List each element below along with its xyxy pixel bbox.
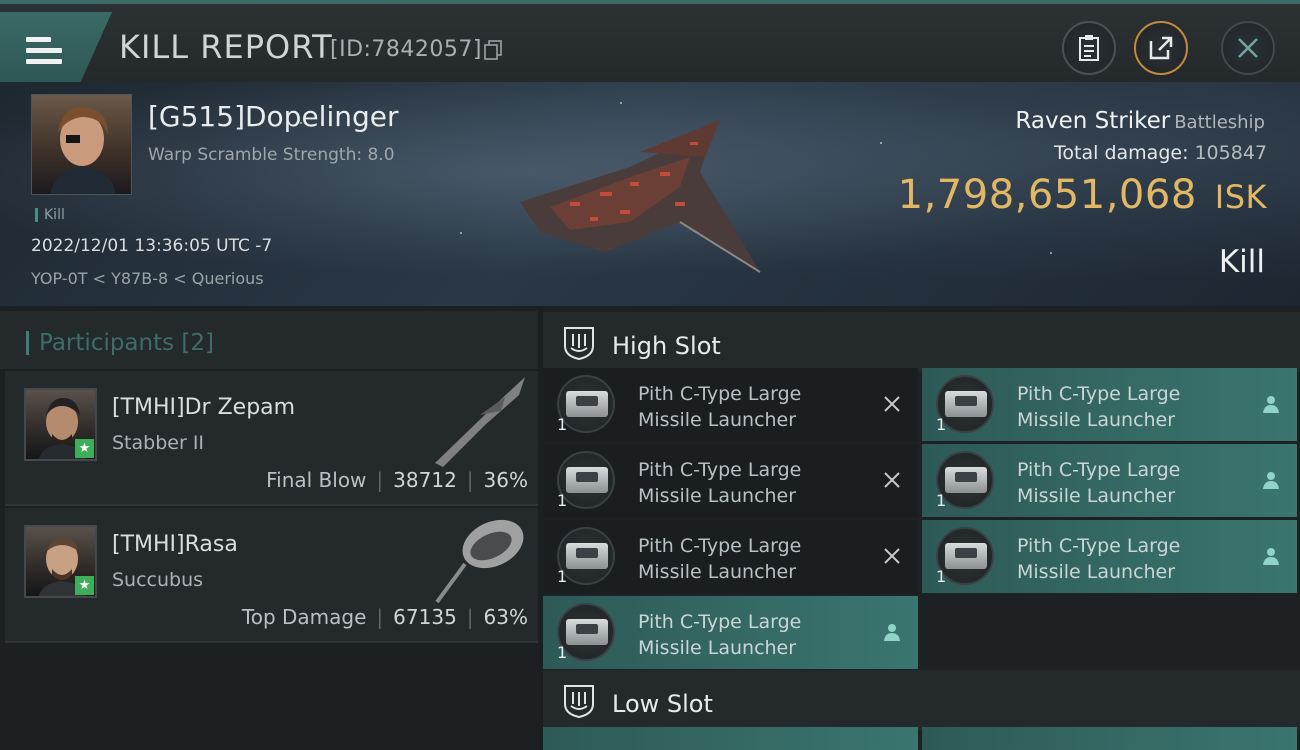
participant-portrait[interactable]: ★ [24,388,97,461]
module-item[interactable]: 1 Pith C-Type Large Missile Launcher [543,368,918,441]
participant-portrait[interactable]: ★ [24,525,97,598]
victim-avatar [50,106,116,194]
total-damage: Total damage: 105847 [1054,142,1267,164]
module-quantity: 1 [557,643,568,662]
warp-scramble-strength: Warp Scramble Strength: 8.0 [148,145,395,165]
participant-name[interactable]: [TMHI]Rasa [112,532,238,557]
page-title: KILL REPORT [119,28,333,66]
participant-row[interactable]: ★ [TMHI]Rasa Succubus Top Damage | 67135 | 6… [5,508,538,643]
share-button[interactable] [1134,21,1188,75]
destroyed-x-icon [884,396,900,412]
close-button[interactable] [1221,21,1275,75]
dropped-person-icon [884,624,900,641]
fitting-slots-panel: High Slot 1 Pith C-Type Large Missile Laun… [543,306,1300,750]
module-quantity: 1 [936,415,947,434]
share-icon [1149,36,1173,60]
module-quantity: 1 [557,415,568,434]
participant-percent: 63% [483,605,528,629]
kill-datetime: 2022/12/01 13:36:05 UTC -7 [31,236,273,256]
kill-tag: Kill [35,208,65,222]
participant-ship: Succubus [112,569,204,591]
ship-class: Battleship [1174,112,1265,133]
module-item[interactable]: 1 Pith C-Type Large Missile Launcher [922,368,1297,441]
participants-header: Participants [2] [0,311,538,369]
participant-damage: 38712 [393,468,457,492]
fleet-star-icon: ★ [75,576,94,595]
dropped-person-icon [1263,396,1279,413]
participants-title: Participants [2] [26,331,214,355]
low-slot-icon [564,685,594,718]
kill-location[interactable]: YOP-0T < Y87B-8 < Querious [31,269,264,288]
victim-ship-image [520,120,761,273]
clipboard-button[interactable] [1062,21,1116,75]
menu-icon [26,37,62,65]
victim-name[interactable]: [G515]Dopelinger [148,100,399,133]
low-slot-label: Low Slot [612,690,713,718]
module-item[interactable]: 1 Pith C-Type Large Missile Launcher [543,444,918,517]
destroyed-x-icon [884,472,900,488]
high-slot-header: High Slot [543,312,1300,372]
low-slot-module-partial[interactable] [543,727,918,750]
destroyed-x-icon [884,548,900,564]
low-slot-module-partial[interactable] [922,727,1297,750]
high-slot-icon [564,327,594,360]
module-quantity: 1 [557,567,568,586]
module-name: Pith C-Type Large Missile Launcher [638,383,802,431]
module-quantity: 1 [557,491,568,510]
victim-ship-name[interactable]: Raven Striker Battleship [1015,108,1265,134]
participant-damage: 67135 [393,605,457,629]
participant-role: Final Blow [266,468,367,492]
participant-percent: 36% [483,468,528,492]
module-name: Pith C-Type Large Missile Launcher [1017,383,1181,431]
participant-name[interactable]: [TMHI]Dr Zepam [112,395,295,420]
participant-ship-image [435,519,524,604]
total-damage-value: 105847 [1194,142,1267,164]
dropped-person-icon [1263,472,1279,489]
module-quantity: 1 [936,491,947,510]
module-name: Pith C-Type Large Missile Launcher [638,611,802,659]
victim-portrait[interactable] [31,94,132,195]
kill-result: Kill [1218,244,1265,280]
participant-row[interactable]: ★ [TMHI]Dr Zepam Stabber II Final Blow | 3… [5,371,538,506]
victim-banner: [G515]Dopelinger Warp Scramble Strength:… [0,82,1300,306]
module-name: Pith C-Type Large Missile Launcher [1017,535,1181,583]
module-name: Pith C-Type Large Missile Launcher [638,535,802,583]
participant-ship: Stabber II [112,432,205,454]
isk-value: 1,798,651,068 ISK [897,172,1267,218]
participant-stats: Top Damage | 67135 | 63% [241,605,528,629]
participant-stats: Final Blow | 38712 | 36% [266,468,528,492]
low-slot-header: Low Slot [543,670,1300,730]
module-item[interactable]: 1 Pith C-Type Large Missile Launcher [922,444,1297,517]
report-id: [ID:7842057] [330,37,482,62]
module-item[interactable]: 1 Pith C-Type Large Missile Launcher [922,520,1297,593]
top-bar: KILL REPORT [ID:7842057] [0,0,1300,82]
menu-button[interactable] [0,12,112,82]
module-name: Pith C-Type Large Missile Launcher [1017,459,1181,507]
high-slot-label: High Slot [612,332,721,360]
close-icon [1238,38,1258,58]
fleet-star-icon: ★ [75,439,94,458]
participants-panel: Participants [2] ★ [TMHI]Dr Zepam Stabbe… [0,306,538,750]
copy-icon[interactable] [484,40,502,60]
clipboard-icon [1079,35,1099,61]
module-quantity: 1 [936,567,947,586]
module-name: Pith C-Type Large Missile Launcher [638,459,802,507]
participant-role: Top Damage [241,605,367,629]
module-item[interactable]: 1 Pith C-Type Large Missile Launcher [543,596,918,669]
participant-ship-image [435,377,525,467]
module-item[interactable]: 1 Pith C-Type Large Missile Launcher [543,520,918,593]
dropped-person-icon [1263,548,1279,565]
isk-unit: ISK [1214,178,1267,216]
